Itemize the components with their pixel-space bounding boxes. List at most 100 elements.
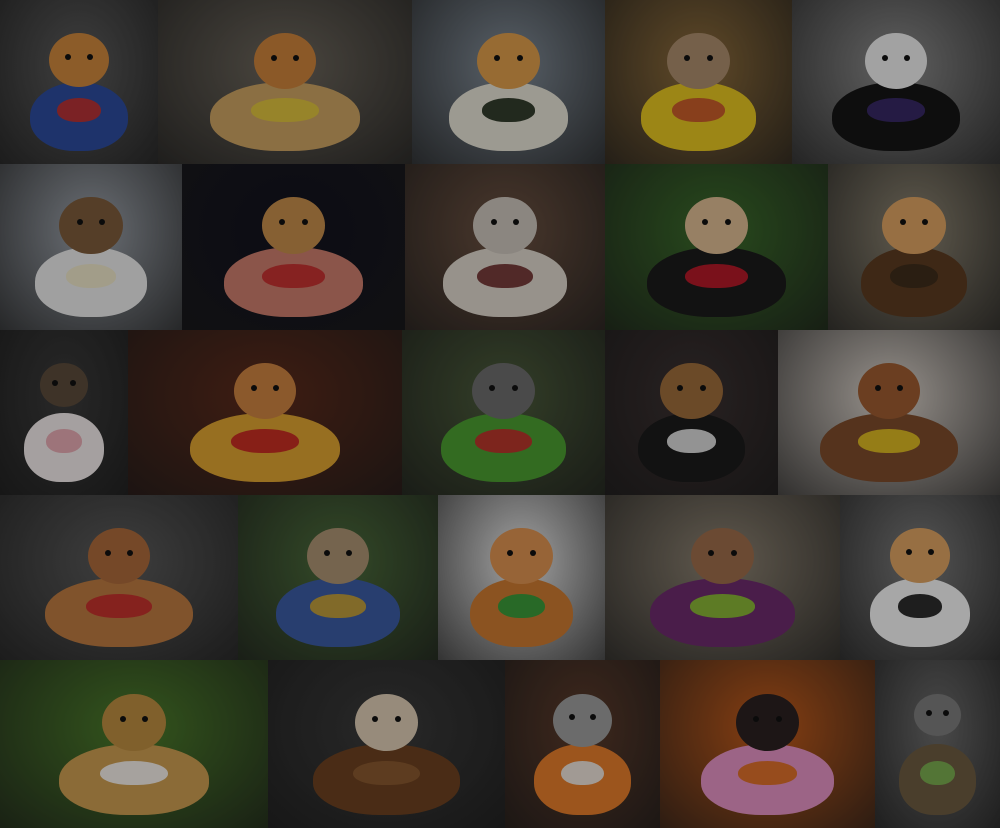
- costume-accent: [251, 98, 319, 123]
- photo-tile-cat-bunny-ears: [0, 330, 128, 495]
- costume-accent: [560, 760, 605, 786]
- photo-tile-cat-nun-sunglasses: [840, 495, 1000, 660]
- animal-eye: [904, 54, 911, 61]
- animal-eye: [293, 54, 300, 61]
- photo-tile-dog-ewok-costume: [268, 660, 505, 828]
- animal-eye: [516, 54, 523, 61]
- photo-tile-hamster-green-lantern-cape: [438, 495, 605, 660]
- animal-eye: [874, 384, 881, 391]
- animal-eye: [490, 219, 497, 226]
- animal-eye: [76, 219, 83, 226]
- animal-head: [667, 32, 730, 89]
- photo-tile-pomeranian-superman-costume: [0, 0, 158, 164]
- costume-accent: [46, 429, 82, 454]
- animal-eye: [775, 715, 782, 722]
- photo-tile-nyan-cat-costume: [182, 164, 405, 330]
- animal-head: [857, 363, 921, 420]
- costume-accent: [262, 263, 325, 288]
- costume-accent: [667, 429, 716, 454]
- animal-head: [253, 32, 317, 89]
- photo-tile-white-cat-vampire-cape: [792, 0, 1000, 164]
- photo-tile-guinea-pigs-ladybug-bee: [605, 164, 828, 330]
- animal-head: [553, 693, 612, 747]
- animal-eye: [86, 53, 93, 60]
- costume-accent: [353, 760, 420, 786]
- animal-eye: [494, 54, 501, 61]
- animal-eye: [104, 549, 111, 556]
- costume-accent: [231, 429, 299, 454]
- photo-tile-guinea-pig-daisy-crown: [0, 660, 268, 828]
- animal-head: [691, 528, 754, 585]
- animal-head: [889, 528, 951, 583]
- animal-head: [477, 32, 540, 89]
- animal-head: [684, 197, 749, 254]
- costume-accent: [85, 594, 153, 619]
- animal-eye: [270, 54, 277, 61]
- animal-eye: [529, 549, 536, 556]
- animal-eye: [65, 53, 72, 60]
- animal-head: [306, 528, 370, 585]
- costume-accent: [56, 98, 102, 123]
- photo-tile-pomeranian-bee-costume: [778, 330, 1000, 495]
- animal-eye: [394, 715, 401, 722]
- animal-head: [354, 693, 419, 752]
- costume-accent: [100, 760, 168, 786]
- photo-tile-pug-jersey-34: [605, 0, 792, 164]
- animal-head: [882, 197, 946, 254]
- animal-head: [660, 363, 723, 420]
- animal-head: [48, 32, 109, 87]
- photo-tile-cat-chicken-costume: [505, 660, 660, 828]
- photo-tile-cat-yoda-costume: [875, 660, 1000, 828]
- costume-accent: [477, 263, 533, 288]
- animal-eye: [899, 219, 906, 226]
- photo-tile-corgi-hot-dog-costume: [158, 0, 412, 164]
- photo-tile-parrots-costumes: [402, 330, 605, 495]
- costume-accent: [475, 429, 532, 454]
- photo-tile-chihuahua-pirate-dreadlocks: [828, 164, 1000, 330]
- animal-eye: [511, 384, 518, 391]
- costume-accent: [685, 263, 748, 288]
- costume-accent: [481, 98, 536, 123]
- photo-tile-pug-pink-unicorn-pumpkins: [660, 660, 875, 828]
- animal-eye: [753, 715, 759, 722]
- animal-head: [59, 197, 123, 254]
- costume-accent: [689, 594, 756, 619]
- photo-tile-hamster-reindeer-cape: [0, 495, 238, 660]
- costume-accent: [890, 263, 938, 288]
- animal-eye: [881, 54, 888, 61]
- animal-eye: [706, 54, 713, 61]
- animal-head: [87, 528, 151, 585]
- photo-tile-cat-sushi-costume: [412, 0, 605, 164]
- animal-head: [490, 528, 553, 585]
- animal-head: [233, 363, 297, 420]
- costume-accent: [858, 429, 920, 454]
- animal-head: [261, 197, 326, 254]
- animal-eye: [684, 54, 691, 61]
- animal-eye: [250, 384, 257, 391]
- photo-tile-dog-sheep-costume: [405, 164, 605, 330]
- costume-accent: [897, 594, 943, 619]
- animal-eye: [69, 380, 76, 387]
- animal-head: [735, 693, 800, 752]
- costume-accent: [672, 98, 725, 123]
- costume-accent: [498, 594, 545, 619]
- animal-eye: [372, 715, 378, 722]
- costume-accent: [310, 594, 366, 619]
- photo-tile-persian-cat-pirate-hat: [605, 330, 778, 495]
- animal-head: [472, 363, 535, 420]
- animal-head: [864, 32, 928, 89]
- costume-accent: [866, 98, 925, 123]
- costume-accent: [920, 760, 955, 786]
- animal-eye: [730, 549, 737, 556]
- photo-tile-guinea-pigs-dinosaur-costumes: [605, 495, 840, 660]
- animal-eye: [323, 549, 330, 556]
- animal-head: [102, 693, 166, 752]
- costume-accent: [737, 760, 798, 786]
- pet-costume-photo-collage: [0, 0, 1000, 828]
- animal-eye: [699, 384, 706, 391]
- animal-head: [39, 363, 89, 407]
- photo-tile-cat-flower-hat: [0, 164, 182, 330]
- animal-head: [913, 693, 962, 737]
- animal-head: [473, 197, 537, 254]
- animal-eye: [119, 715, 126, 722]
